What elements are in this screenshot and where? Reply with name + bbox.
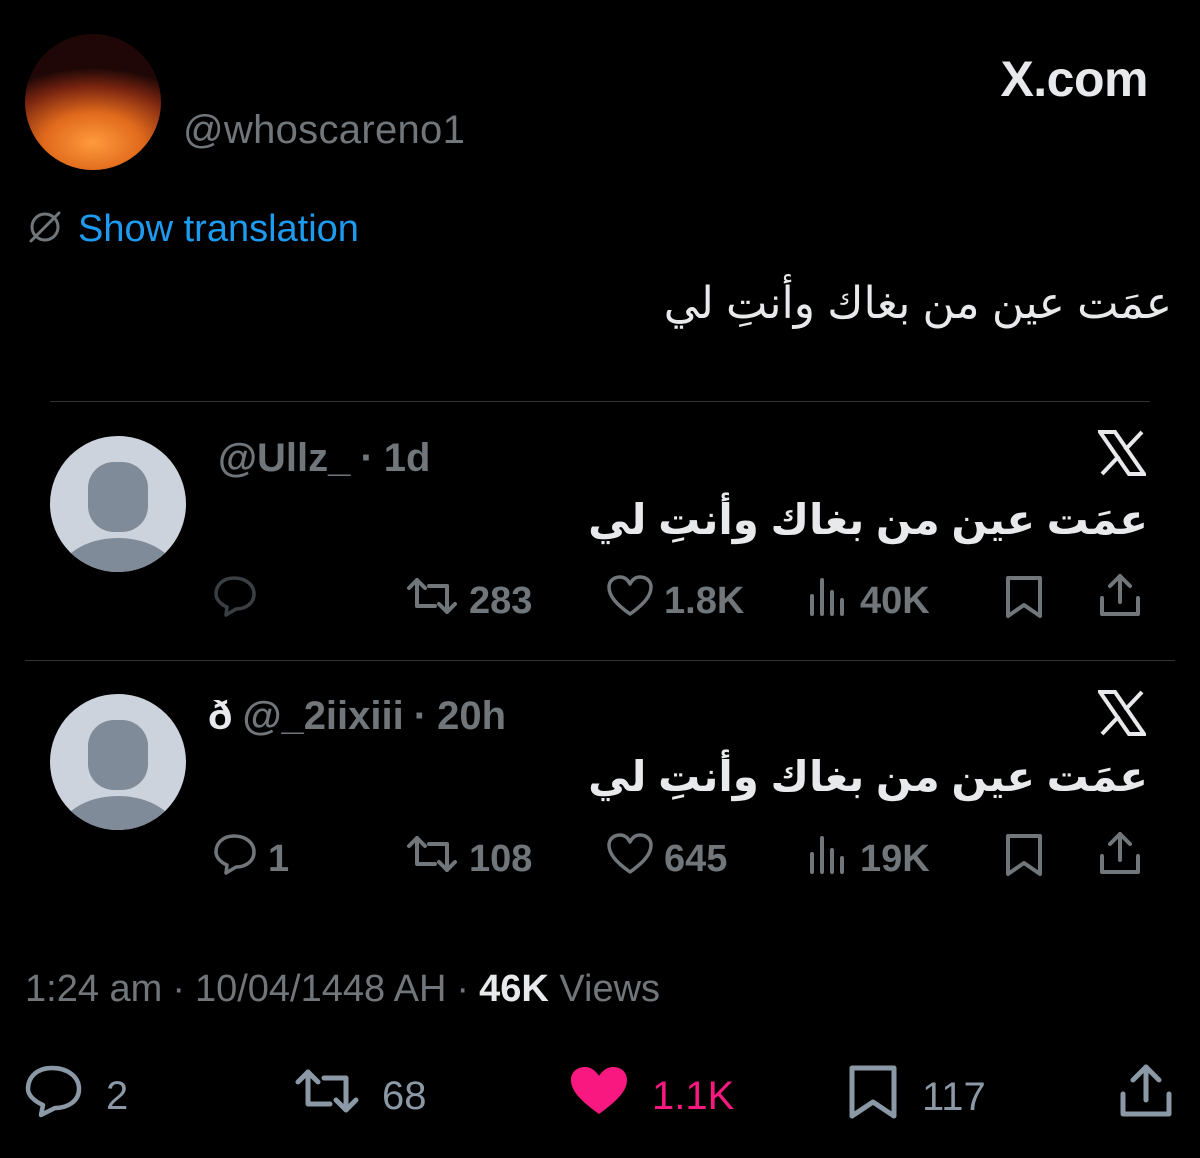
quote-time[interactable]: 1d (384, 436, 431, 481)
quote-header: ð @_2iixiii · 20h (208, 694, 506, 739)
bookmark-button[interactable] (1002, 574, 1046, 630)
share-button[interactable] (1098, 572, 1142, 628)
views-summary[interactable]: 46K Views (479, 968, 660, 1011)
x-logo-icon (1096, 430, 1148, 488)
divider (25, 660, 1175, 661)
separator-dot: · (172, 968, 185, 1010)
views-label: Views (559, 968, 661, 1010)
separator-dot: · (413, 694, 428, 738)
like-count: 645 (664, 837, 728, 880)
tweet-time[interactable]: 1:24 am (25, 968, 162, 1011)
reply-icon (24, 1064, 84, 1128)
bookmark-icon (846, 1064, 900, 1130)
divider (50, 401, 1150, 402)
views-icon (806, 832, 850, 886)
share-button[interactable] (1098, 830, 1142, 886)
separator-dot: · (360, 436, 374, 480)
tweet-meta: 1:24 am · 10/04/1448 AH · 46K Views (25, 968, 660, 1011)
show-translation-button[interactable]: Show translation (26, 208, 359, 251)
separator-dot: · (456, 968, 470, 1010)
share-icon (1118, 1062, 1174, 1130)
quote-handle[interactable]: @_2iixiii (242, 694, 403, 739)
retweet-count: 68 (382, 1073, 427, 1118)
bookmark-icon (1002, 832, 1046, 888)
like-icon (568, 1064, 630, 1128)
quote-display-name: ð (208, 694, 233, 738)
views-button[interactable]: 19K (806, 832, 930, 886)
retweet-icon (405, 574, 459, 628)
reply-icon (212, 832, 258, 886)
bookmark-button[interactable] (1002, 832, 1046, 888)
x-logo-icon (1096, 690, 1148, 748)
like-button[interactable]: 1.8K (606, 574, 744, 628)
retweet-icon (405, 832, 459, 886)
retweet-button[interactable]: 108 (405, 832, 532, 886)
translate-icon (26, 208, 64, 251)
author-avatar[interactable] (25, 34, 161, 170)
quote-time[interactable]: 20h (437, 694, 506, 739)
retweet-button[interactable]: 68 (294, 1064, 427, 1128)
views-total: 46K (479, 968, 549, 1010)
views-icon (806, 574, 850, 628)
like-icon (606, 574, 654, 628)
quote-handle[interactable]: @Ullz_ (218, 436, 350, 481)
reply-icon (212, 574, 258, 628)
brand-watermark: X.com (1000, 51, 1148, 107)
show-translation-label: Show translation (78, 208, 359, 250)
quote-text: عمَت عين من بغاك وأنتِ لي (588, 753, 1148, 800)
views-button[interactable]: 40K (806, 574, 930, 628)
views-count: 40K (860, 579, 930, 622)
like-count: 1.1K (652, 1073, 735, 1118)
bookmark-button[interactable]: 117 (846, 1064, 986, 1130)
bookmark-count: 117 (922, 1074, 986, 1119)
like-button[interactable]: 1.1K (568, 1064, 734, 1128)
share-button[interactable] (1118, 1062, 1174, 1130)
retweet-count: 283 (469, 579, 533, 622)
reply-button[interactable] (212, 574, 268, 628)
views-count: 19K (860, 837, 930, 880)
reply-count: 2 (106, 1073, 129, 1118)
retweet-count: 108 (469, 837, 533, 880)
tweet-date[interactable]: 10/04/1448 AH (195, 968, 446, 1011)
reply-count: 1 (268, 837, 290, 880)
default-avatar-icon[interactable] (50, 694, 186, 830)
reply-button[interactable]: 1 (212, 832, 289, 886)
default-avatar-icon[interactable] (50, 436, 186, 572)
retweet-icon (294, 1064, 360, 1128)
tweet-text: عمَت عين من بغاك وأنتِ لي (663, 279, 1172, 328)
author-handle[interactable]: @whoscareno1 (183, 108, 465, 153)
like-icon (606, 832, 654, 886)
like-button[interactable]: 645 (606, 832, 727, 886)
like-count: 1.8K (664, 579, 745, 622)
share-icon (1098, 830, 1142, 886)
quote-header: @Ullz_ · 1d (208, 436, 430, 481)
quote-text: عمَت عين من بغاك وأنتِ لي (588, 496, 1148, 543)
reply-button[interactable]: 2 (24, 1064, 128, 1128)
retweet-button[interactable]: 283 (405, 574, 532, 628)
share-icon (1098, 572, 1142, 628)
bookmark-icon (1002, 574, 1046, 630)
